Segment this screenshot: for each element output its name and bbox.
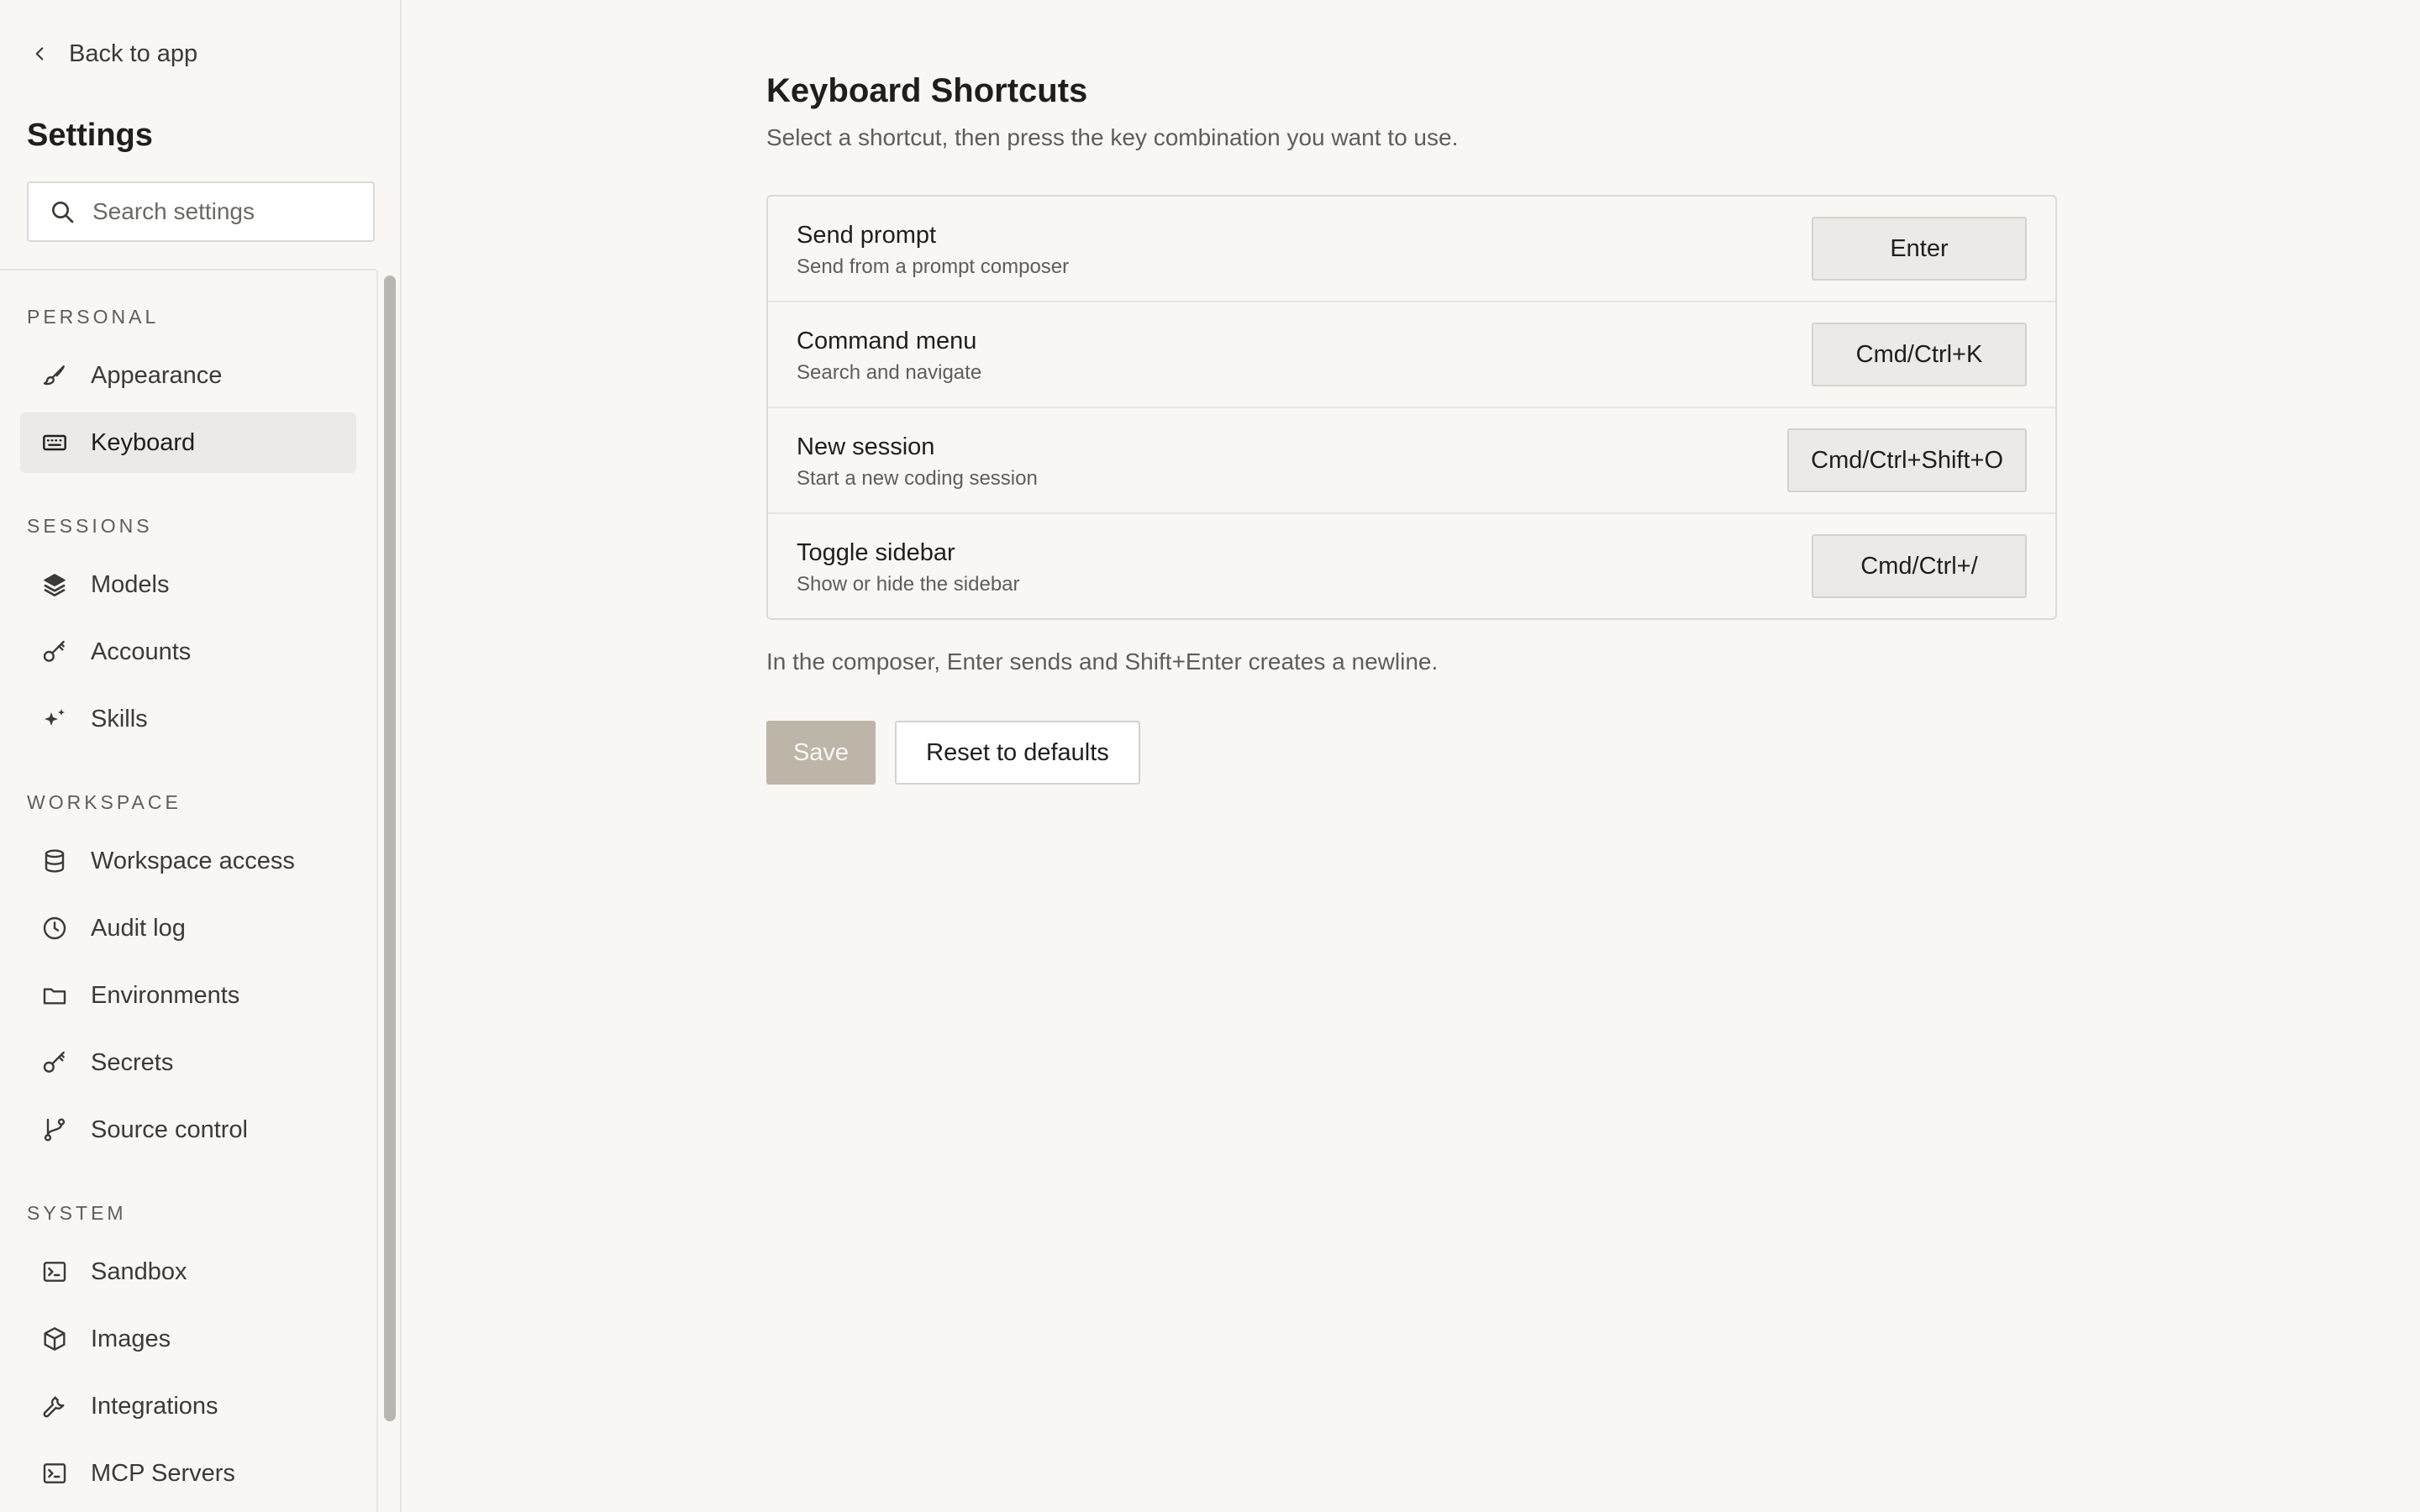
- sidebar-item-secrets[interactable]: Secrets: [20, 1032, 356, 1093]
- sidebar-item-label: Sandbox: [91, 1257, 187, 1285]
- sidebar-item-label: Source control: [91, 1116, 248, 1143]
- section-label-personal: PERSONAL: [27, 306, 160, 328]
- back-to-app-link[interactable]: Back to app: [29, 37, 197, 71]
- terminal-icon: [40, 1459, 69, 1488]
- sidebar-scrollbar[interactable]: [376, 270, 400, 1512]
- sidebar-item-skills[interactable]: Skills: [20, 689, 356, 749]
- shortcut-label: New session: [797, 433, 935, 460]
- section-label-system: SYSTEM: [27, 1202, 127, 1224]
- shortcut-label: Toggle sidebar: [797, 539, 955, 566]
- shortcut-label: Command menu: [797, 328, 977, 354]
- sidebar-item-label: Integrations: [91, 1392, 218, 1420]
- search-settings-field[interactable]: [27, 181, 375, 242]
- shortcut-description: Send from a prompt composer: [797, 255, 1070, 278]
- sparkle-icon: [40, 705, 69, 733]
- sidebar-item-label: Environments: [91, 981, 240, 1009]
- section-label-sessions: SESSIONS: [27, 515, 153, 537]
- sidebar-item-label: Workspace access: [91, 847, 295, 874]
- shortcut-label: Send prompt: [797, 222, 937, 249]
- sidebar-scrollbar-thumb[interactable]: [384, 276, 396, 1421]
- folder-icon: [40, 981, 69, 1010]
- key-icon: [40, 1048, 69, 1077]
- sidebar-divider: [0, 269, 376, 270]
- wrench-icon: [40, 1392, 69, 1420]
- section-label-workspace: WORKSPACE: [27, 791, 182, 813]
- composer-note: In the composer, Enter sends and Shift+E…: [766, 648, 1439, 675]
- settings-app: Back to app Settings PERSONAL Appearance…: [0, 0, 2420, 1512]
- chevron-left-icon: [35, 47, 44, 60]
- page-title: Keyboard Shortcuts: [766, 72, 1088, 109]
- sidebar-item-label: Secrets: [91, 1048, 174, 1076]
- sidebar-item-models[interactable]: Models: [20, 554, 356, 615]
- cube-icon: [40, 1325, 69, 1353]
- sidebar-item-audit-log[interactable]: Audit log: [20, 898, 356, 958]
- sidebar-item-workspace-access[interactable]: Workspace access: [20, 831, 356, 891]
- terminal-icon: [40, 1257, 69, 1286]
- brush-icon: [40, 361, 69, 390]
- sidebar-item-sandbox[interactable]: Sandbox: [20, 1242, 356, 1302]
- page-subtitle: Select a shortcut, then press the key co…: [766, 124, 1459, 150]
- key-icon: [40, 638, 69, 666]
- shortcut-list: Send prompt Send from a prompt composer …: [766, 195, 2057, 620]
- sidebar-item-keyboard[interactable]: Keyboard: [20, 412, 356, 473]
- shortcut-row-send-prompt: Send prompt Send from a prompt composer …: [768, 197, 2055, 302]
- shortcut-key-button[interactable]: Cmd/Ctrl+/: [1812, 534, 2027, 598]
- sidebar-item-images[interactable]: Images: [20, 1309, 356, 1369]
- reset-to-defaults-button[interactable]: Reset to defaults: [895, 721, 1140, 785]
- shortcut-key-button[interactable]: Enter: [1812, 217, 2027, 281]
- shortcut-key-button[interactable]: Cmd/Ctrl+Shift+O: [1787, 428, 2027, 492]
- sidebar-item-label: Accounts: [91, 638, 192, 665]
- settings-sidebar: Back to app Settings PERSONAL Appearance…: [0, 0, 402, 1512]
- layers-icon: [40, 570, 69, 599]
- search-icon: [52, 202, 74, 223]
- shortcut-description: Start a new coding session: [797, 467, 1038, 490]
- shortcut-key-button[interactable]: Cmd/Ctrl+K: [1812, 323, 2027, 386]
- keyboard-settings-panel: Keyboard Shortcuts Select a shortcut, th…: [402, 0, 2420, 1512]
- sidebar-item-label: Skills: [91, 705, 148, 732]
- database-icon: [40, 847, 69, 875]
- sidebar-item-label: Images: [91, 1325, 171, 1352]
- shortcut-row-command-menu: Command menu Search and navigate Cmd/Ctr…: [768, 302, 2055, 408]
- shortcut-row-new-session: New session Start a new coding session C…: [768, 408, 2055, 514]
- sidebar-item-appearance[interactable]: Appearance: [20, 345, 356, 406]
- back-to-app-label: Back to app: [69, 39, 198, 67]
- sidebar-item-label: Keyboard: [91, 428, 196, 456]
- sidebar-item-label: MCP Servers: [91, 1459, 235, 1487]
- git-branch-icon: [40, 1116, 69, 1144]
- sidebar-item-accounts[interactable]: Accounts: [20, 622, 356, 682]
- search-settings-input[interactable]: [92, 198, 361, 225]
- shortcut-description: Show or hide the sidebar: [797, 573, 1020, 596]
- sidebar-item-label: Models: [91, 570, 170, 598]
- sidebar-item-label: Audit log: [91, 914, 186, 942]
- shortcut-description: Search and navigate: [797, 361, 982, 384]
- save-button[interactable]: Save: [766, 721, 876, 785]
- sidebar-item-environments[interactable]: Environments: [20, 965, 356, 1026]
- shortcut-row-toggle-sidebar: Toggle sidebar Show or hide the sidebar …: [768, 514, 2055, 620]
- sidebar-title: Settings: [27, 118, 153, 153]
- sidebar-item-mcp-servers[interactable]: MCP Servers: [20, 1443, 356, 1504]
- sidebar-item-source-control[interactable]: Source control: [20, 1100, 356, 1160]
- clock-icon: [40, 914, 69, 942]
- sidebar-item-label: Appearance: [91, 361, 223, 389]
- keyboard-icon: [40, 428, 69, 457]
- sidebar-item-integrations[interactable]: Integrations: [20, 1376, 356, 1436]
